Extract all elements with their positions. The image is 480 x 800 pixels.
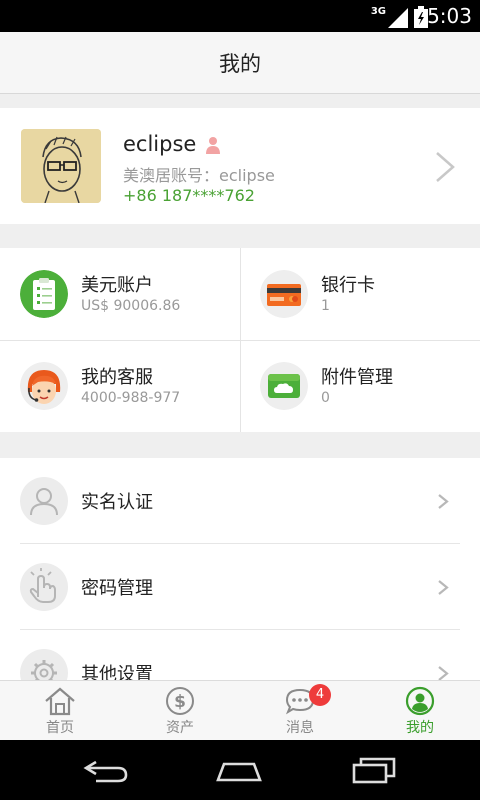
chevron-right-icon xyxy=(438,580,449,595)
tab-home[interactable]: 首页 xyxy=(0,681,120,741)
recent-apps-icon[interactable] xyxy=(350,754,400,786)
tab-label: 我的 xyxy=(406,720,434,736)
signal-icon xyxy=(388,8,408,28)
system-nav-bar xyxy=(0,740,480,800)
profile-phone: +86 187****762 xyxy=(123,186,255,205)
unread-badge: 4 xyxy=(309,684,331,706)
attachment-count: 0 xyxy=(321,390,330,406)
battery-icon xyxy=(414,6,428,28)
gear-icon xyxy=(20,649,68,680)
account-grid: 美元账户 US$ 90006.86 银行卡 1 我的客服 4000-988-97… xyxy=(0,248,480,432)
service-phone: 4000-988-977 xyxy=(81,390,181,406)
list-item-label: 实名认证 xyxy=(81,492,153,513)
bank-card-count: 1 xyxy=(321,298,330,314)
list-item-other-settings[interactable]: 其他设置 xyxy=(0,630,480,680)
bottom-tab-bar: 首页 $ 资产 4 消息 我的 xyxy=(0,680,480,740)
usd-balance: US$ 90006.86 xyxy=(81,298,181,314)
profile-name: eclipse xyxy=(123,132,197,156)
usd-account-cell[interactable]: 美元账户 US$ 90006.86 xyxy=(0,248,240,340)
home-button-icon[interactable] xyxy=(214,754,264,786)
chevron-right-icon xyxy=(438,494,449,509)
person-icon xyxy=(206,137,220,154)
chevron-right-icon xyxy=(436,152,455,182)
clock: 5:03 xyxy=(427,4,472,28)
dollar-icon: $ xyxy=(166,687,194,715)
grid-title: 我的客服 xyxy=(81,367,153,388)
profile-icon xyxy=(405,686,435,716)
tab-label: 消息 xyxy=(286,720,314,736)
settings-list: 实名认证 密码管理 其他设置 xyxy=(0,458,480,680)
grid-title: 银行卡 xyxy=(321,275,375,296)
user-verify-icon xyxy=(20,477,68,525)
avatar[interactable] xyxy=(21,129,101,203)
customer-service-icon xyxy=(20,362,68,410)
tab-mine[interactable]: 我的 xyxy=(360,681,480,741)
attachments-cell[interactable]: 附件管理 0 xyxy=(240,340,480,432)
tab-assets[interactable]: $ 资产 xyxy=(120,681,240,741)
bank-card-icon xyxy=(260,270,308,318)
customer-service-cell[interactable]: 我的客服 4000-988-977 xyxy=(0,340,240,432)
grid-title: 附件管理 xyxy=(321,367,393,388)
cloud-folder-icon xyxy=(260,362,308,410)
tab-label: 资产 xyxy=(166,720,194,736)
main-content: eclipse 美澳居账号：eclipse +86 187****762 美元账… xyxy=(0,94,480,680)
tab-messages[interactable]: 4 消息 xyxy=(240,681,360,741)
home-icon xyxy=(45,687,75,716)
chevron-right-icon xyxy=(438,666,449,680)
bank-card-cell[interactable]: 银行卡 1 xyxy=(240,248,480,340)
list-item-label: 其他设置 xyxy=(81,664,153,680)
clipboard-icon xyxy=(20,270,68,318)
svg-text:$: $ xyxy=(174,692,186,712)
page-title: 我的 xyxy=(219,51,261,76)
back-icon[interactable] xyxy=(82,754,132,786)
profile-account: 美澳居账号：eclipse xyxy=(123,166,275,185)
app-header: 我的 xyxy=(0,32,480,94)
list-item-real-name[interactable]: 实名认证 xyxy=(0,458,480,544)
network-type: 3G xyxy=(370,6,386,17)
avatar-sketch-icon xyxy=(21,129,101,203)
profile-card[interactable]: eclipse 美澳居账号：eclipse +86 187****762 xyxy=(0,108,480,224)
grid-title: 美元账户 xyxy=(81,275,153,296)
password-hand-icon xyxy=(20,563,68,611)
list-item-label: 密码管理 xyxy=(81,578,153,599)
tab-label: 首页 xyxy=(46,720,74,736)
status-bar: 3G 5:03 xyxy=(0,0,480,32)
list-item-password[interactable]: 密码管理 xyxy=(0,544,480,630)
